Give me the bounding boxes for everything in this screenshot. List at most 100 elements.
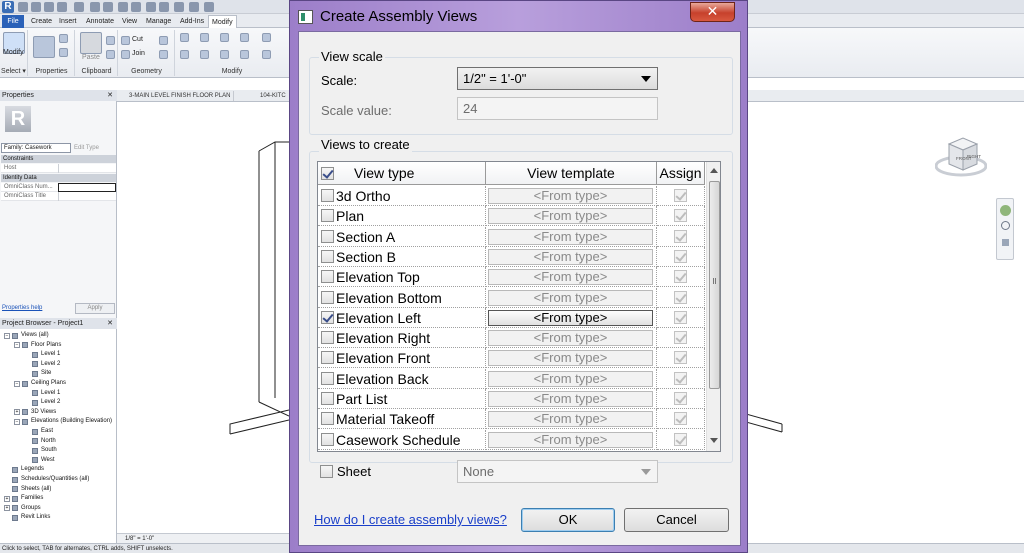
- tree-item[interactable]: Groups: [21, 504, 41, 513]
- tree-item[interactable]: North: [41, 437, 56, 446]
- join-icon[interactable]: [121, 50, 130, 59]
- tree-toggle-icon[interactable]: −: [4, 332, 10, 339]
- view-row[interactable]: Casework Schedule <From type>: [318, 429, 705, 450]
- view-row[interactable]: Elevation Left <From type>: [318, 307, 705, 328]
- tree-item[interactable]: Views (all): [21, 331, 49, 340]
- split-icon[interactable]: [262, 33, 271, 42]
- tree-toggle-icon[interactable]: −: [14, 380, 20, 387]
- view-select-checkbox[interactable]: [321, 351, 334, 365]
- type-selector[interactable]: Family: Casework: [1, 143, 71, 153]
- assign-checkbox[interactable]: [674, 331, 687, 345]
- assign-checkbox[interactable]: [674, 371, 687, 385]
- view-template-column-header[interactable]: View template: [486, 162, 657, 185]
- view-template-button[interactable]: <From type>: [488, 309, 653, 326]
- undo-icon[interactable]: [44, 2, 54, 12]
- view-select-checkbox[interactable]: [321, 331, 334, 345]
- assign-column-header[interactable]: Assign: [657, 162, 705, 185]
- tree-toggle-icon[interactable]: −: [14, 418, 20, 425]
- tree-item[interactable]: Revit Links: [21, 513, 50, 522]
- close-button[interactable]: ✕: [690, 2, 735, 22]
- view-row[interactable]: Elevation Right <From type>: [318, 328, 705, 349]
- redo-icon[interactable]: [57, 2, 67, 12]
- assign-checkbox[interactable]: [674, 189, 687, 202]
- close-hidden-icon[interactable]: [174, 2, 184, 12]
- assign-checkbox[interactable]: [674, 392, 687, 405]
- scale-value-field[interactable]: 24: [457, 97, 658, 120]
- view-template-button[interactable]: <From type>: [488, 350, 653, 367]
- scroll-up-icon[interactable]: [710, 168, 718, 173]
- view-template-button[interactable]: <From type>: [488, 248, 653, 265]
- close-icon[interactable]: ✕: [107, 90, 113, 101]
- mirror-axis-icon[interactable]: [220, 33, 229, 42]
- cut-icon[interactable]: [121, 36, 130, 45]
- tab-manage[interactable]: Manage: [143, 15, 174, 28]
- assign-checkbox[interactable]: [674, 249, 687, 263]
- print-icon[interactable]: [74, 2, 84, 12]
- view-scale-readout[interactable]: 1/8" = 1'-0": [125, 536, 154, 542]
- tree-item[interactable]: Sheets (all): [21, 485, 51, 494]
- move-icon[interactable]: [180, 50, 189, 59]
- measure-icon[interactable]: [90, 2, 100, 12]
- grid-scrollbar[interactable]: [706, 162, 720, 451]
- view-select-checkbox[interactable]: [321, 392, 334, 405]
- mirror-draw-icon[interactable]: [240, 33, 249, 42]
- view-row[interactable]: Material Takeoff <From type>: [318, 409, 705, 430]
- select-panel-label[interactable]: Select ▾: [0, 67, 27, 75]
- view-template-button[interactable]: <From type>: [488, 289, 653, 306]
- tab-annotate[interactable]: Annotate: [83, 15, 117, 28]
- view-tab-kitchen[interactable]: 104-KITC: [250, 91, 290, 101]
- view-template-button[interactable]: <From type>: [488, 208, 653, 225]
- view-tab-floor-plan[interactable]: 3-MAIN LEVEL FINISH FLOOR PLAN: [119, 91, 235, 101]
- properties-icon[interactable]: [33, 36, 55, 58]
- view-select-checkbox[interactable]: [321, 432, 334, 446]
- view-row[interactable]: Elevation Bottom <From type>: [318, 287, 705, 308]
- tab-file[interactable]: File: [2, 15, 24, 28]
- view-select-checkbox[interactable]: [321, 310, 334, 324]
- view-select-checkbox[interactable]: [321, 412, 334, 426]
- assign-checkbox[interactable]: [674, 310, 687, 324]
- viewcube-icon[interactable]: FRONT RIGHT: [935, 132, 987, 178]
- copy-icon[interactable]: [106, 36, 115, 45]
- cancel-button[interactable]: Cancel: [624, 508, 729, 532]
- scroll-thumb[interactable]: [709, 181, 720, 389]
- offset-icon[interactable]: [200, 33, 209, 42]
- view-select-checkbox[interactable]: [321, 209, 334, 223]
- view-row[interactable]: Elevation Front <From type>: [318, 348, 705, 369]
- tree-item[interactable]: Floor Plans: [31, 341, 61, 350]
- view-template-button[interactable]: <From type>: [488, 370, 653, 387]
- identity-data-header[interactable]: Identity Data: [1, 174, 116, 182]
- tag-icon[interactable]: [118, 2, 128, 12]
- omniclass-title-value[interactable]: [58, 192, 116, 201]
- tab-insert[interactable]: Insert: [56, 15, 80, 28]
- tree-item[interactable]: Ceiling Plans: [31, 379, 66, 388]
- view-select-checkbox[interactable]: [321, 189, 334, 202]
- assign-checkbox[interactable]: [674, 270, 687, 284]
- tree-item[interactable]: Level 1: [41, 389, 60, 398]
- assign-checkbox[interactable]: [674, 412, 687, 426]
- open-icon[interactable]: [18, 2, 28, 12]
- assign-checkbox[interactable]: [674, 351, 687, 365]
- dimension-icon[interactable]: [103, 2, 113, 12]
- paint-icon[interactable]: [159, 50, 168, 59]
- help-link[interactable]: How do I create assembly views?: [314, 512, 507, 527]
- tab-add-ins[interactable]: Add-Ins: [177, 15, 207, 28]
- view-row[interactable]: Elevation Back <From type>: [318, 368, 705, 389]
- view-select-checkbox[interactable]: [321, 229, 334, 243]
- array-icon[interactable]: [262, 50, 271, 59]
- tree-item[interactable]: Legends: [21, 465, 44, 474]
- rotate-icon[interactable]: [220, 50, 229, 59]
- steering-wheel-icon[interactable]: [1000, 205, 1011, 216]
- revit-logo-icon[interactable]: R: [2, 1, 14, 13]
- tree-toggle-icon[interactable]: +: [4, 495, 10, 502]
- view-template-button[interactable]: <From type>: [488, 330, 653, 347]
- assign-checkbox[interactable]: [674, 209, 687, 223]
- host-value[interactable]: [58, 164, 116, 173]
- scroll-down-icon[interactable]: [710, 438, 718, 443]
- view-template-button[interactable]: <From type>: [488, 431, 653, 448]
- wall-joins-icon[interactable]: [159, 36, 168, 45]
- view-row[interactable]: Elevation Top <From type>: [318, 267, 705, 288]
- view-row[interactable]: Section A <From type>: [318, 226, 705, 247]
- sheet-checkbox[interactable]: [320, 465, 333, 478]
- select-all-checkbox[interactable]: [321, 167, 334, 180]
- tree-item[interactable]: Level 2: [41, 360, 60, 369]
